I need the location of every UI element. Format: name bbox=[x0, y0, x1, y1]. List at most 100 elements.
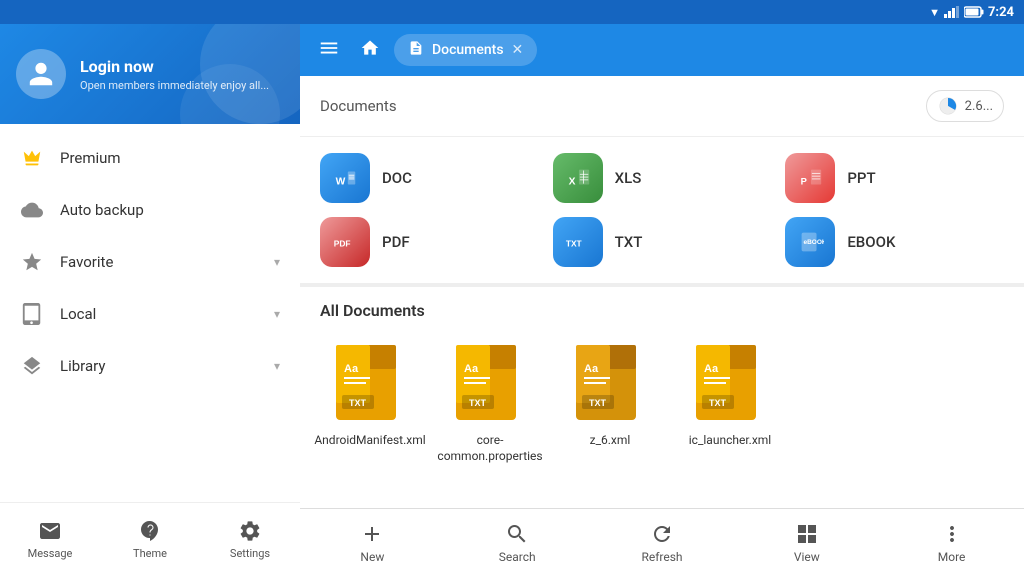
file-icon: Aa TXT bbox=[328, 340, 413, 425]
filetype-txt[interactable]: TXT TXT bbox=[553, 217, 772, 267]
sidebar-item-favorite[interactable]: Favorite ▾ bbox=[0, 236, 300, 288]
message-button[interactable]: Message bbox=[0, 511, 100, 568]
sidebar-item-premium[interactable]: Premium bbox=[0, 132, 300, 184]
sidebar-item-local[interactable]: Local ▾ bbox=[0, 288, 300, 340]
xls-label: XLS bbox=[615, 169, 642, 187]
top-bar: Documents ✕ bbox=[300, 24, 1024, 76]
view-button[interactable]: View bbox=[734, 509, 879, 576]
main-layout: Login now Open members immediately enjoy… bbox=[0, 24, 1024, 576]
doc-icon: W bbox=[320, 153, 370, 203]
sidebar-user-info: Login now Open members immediately enjoy… bbox=[80, 57, 269, 92]
settings-label: Settings bbox=[230, 547, 270, 560]
file-name: ic_launcher.xml bbox=[689, 433, 771, 449]
library-arrow-icon: ▾ bbox=[274, 359, 280, 373]
file-name: core-common.properties bbox=[437, 433, 542, 464]
doc-label: DOC bbox=[382, 169, 412, 187]
svg-text:W: W bbox=[336, 177, 346, 188]
list-item[interactable]: Aa TXT z_6.xml bbox=[560, 340, 660, 492]
sidebar-item-library[interactable]: Library ▾ bbox=[0, 340, 300, 392]
autobackup-label: Auto backup bbox=[60, 201, 280, 219]
favorite-arrow-icon: ▾ bbox=[274, 255, 280, 269]
pdf-label: PDF bbox=[382, 233, 410, 251]
view-label: View bbox=[794, 550, 820, 564]
bottom-toolbar: New Search Refresh View bbox=[300, 508, 1024, 576]
xls-icon: X bbox=[553, 153, 603, 203]
status-icons: ▼ 7:24 bbox=[929, 5, 1014, 20]
status-time: 7:24 bbox=[988, 5, 1014, 20]
svg-text:Aa: Aa bbox=[704, 363, 719, 375]
svg-text:PDF: PDF bbox=[334, 239, 351, 249]
doc-files-grid: Aa TXT AndroidManifest.xml Aa bbox=[300, 330, 1024, 508]
file-icon: Aa TXT bbox=[568, 340, 653, 425]
documents-tab[interactable]: Documents ✕ bbox=[394, 34, 537, 66]
settings-button[interactable]: Settings bbox=[200, 511, 300, 568]
ppt-label: PPT bbox=[847, 169, 875, 187]
tab-close-button[interactable]: ✕ bbox=[512, 42, 524, 58]
ebook-icon: eBOOK bbox=[785, 217, 835, 267]
filetype-ebook[interactable]: eBOOK EBOOK bbox=[785, 217, 1004, 267]
svg-text:eBOOK: eBOOK bbox=[804, 239, 825, 246]
crown-icon bbox=[20, 146, 44, 170]
svg-text:Aa: Aa bbox=[344, 363, 359, 375]
new-button[interactable]: New bbox=[300, 509, 445, 576]
filetype-xls[interactable]: X XLS bbox=[553, 153, 772, 203]
svg-text:X: X bbox=[568, 177, 575, 188]
message-label: Message bbox=[28, 547, 73, 560]
view-icon bbox=[795, 522, 819, 546]
message-icon bbox=[38, 519, 62, 543]
svg-text:Aa: Aa bbox=[464, 363, 479, 375]
all-documents-section: All Documents Aa TXT AndroidManif bbox=[300, 287, 1024, 508]
svg-text:TXT: TXT bbox=[709, 398, 727, 408]
sidebar-menu: Premium Auto backup Favorite ▾ bbox=[0, 124, 300, 502]
new-icon bbox=[360, 522, 384, 546]
refresh-label: Refresh bbox=[641, 550, 682, 564]
library-label: Library bbox=[60, 357, 258, 375]
svg-text:TXT: TXT bbox=[469, 398, 487, 408]
documents-title: Documents bbox=[320, 97, 397, 115]
signal-icon bbox=[944, 6, 960, 18]
search-icon bbox=[505, 522, 529, 546]
txt-icon: TXT bbox=[553, 217, 603, 267]
theme-button[interactable]: Theme bbox=[100, 511, 200, 568]
content-area: Documents ✕ Documents 2.6... bbox=[300, 24, 1024, 576]
filetype-pdf[interactable]: PDF PDF bbox=[320, 217, 539, 267]
star-icon bbox=[20, 250, 44, 274]
all-documents-header: All Documents bbox=[300, 287, 1024, 330]
hamburger-menu-button[interactable] bbox=[312, 31, 346, 70]
storage-value: 2.6... bbox=[965, 99, 993, 114]
refresh-icon bbox=[650, 522, 674, 546]
sidebar-login-label: Login now bbox=[80, 57, 269, 76]
documents-header: Documents 2.6... bbox=[300, 76, 1024, 137]
ppt-icon: P bbox=[785, 153, 835, 203]
all-documents-title: All Documents bbox=[320, 301, 425, 320]
more-label: More bbox=[938, 550, 966, 564]
tablet-icon bbox=[20, 302, 44, 326]
sidebar-bottom: Message Theme Settings bbox=[0, 502, 300, 576]
list-item[interactable]: Aa TXT core-common.properties bbox=[440, 340, 540, 492]
list-item[interactable]: Aa TXT AndroidManifest.xml bbox=[320, 340, 420, 492]
svg-text:TXT: TXT bbox=[349, 398, 367, 408]
refresh-button[interactable]: Refresh bbox=[590, 509, 735, 576]
pdf-icon: PDF bbox=[320, 217, 370, 267]
sidebar-item-autobackup[interactable]: Auto backup bbox=[0, 184, 300, 236]
svg-text:Aa: Aa bbox=[584, 363, 599, 375]
sidebar: Login now Open members immediately enjoy… bbox=[0, 24, 300, 576]
settings-icon bbox=[238, 519, 262, 543]
theme-icon bbox=[138, 519, 162, 543]
home-button[interactable] bbox=[356, 34, 384, 66]
file-icon: Aa TXT bbox=[688, 340, 773, 425]
theme-label: Theme bbox=[133, 547, 167, 560]
file-icon: Aa TXT bbox=[448, 340, 533, 425]
svg-text:TXT: TXT bbox=[566, 239, 583, 249]
premium-label: Premium bbox=[60, 149, 280, 167]
more-button[interactable]: More bbox=[879, 509, 1024, 576]
filetype-doc[interactable]: W DOC bbox=[320, 153, 539, 203]
search-button[interactable]: Search bbox=[445, 509, 590, 576]
sidebar-header[interactable]: Login now Open members immediately enjoy… bbox=[0, 24, 300, 124]
filetype-ppt[interactable]: P PPT bbox=[785, 153, 1004, 203]
battery-icon bbox=[964, 6, 984, 18]
storage-badge: 2.6... bbox=[926, 90, 1004, 122]
list-item[interactable]: Aa TXT ic_launcher.xml bbox=[680, 340, 780, 492]
ebook-label: EBOOK bbox=[847, 233, 895, 251]
avatar bbox=[16, 49, 66, 99]
